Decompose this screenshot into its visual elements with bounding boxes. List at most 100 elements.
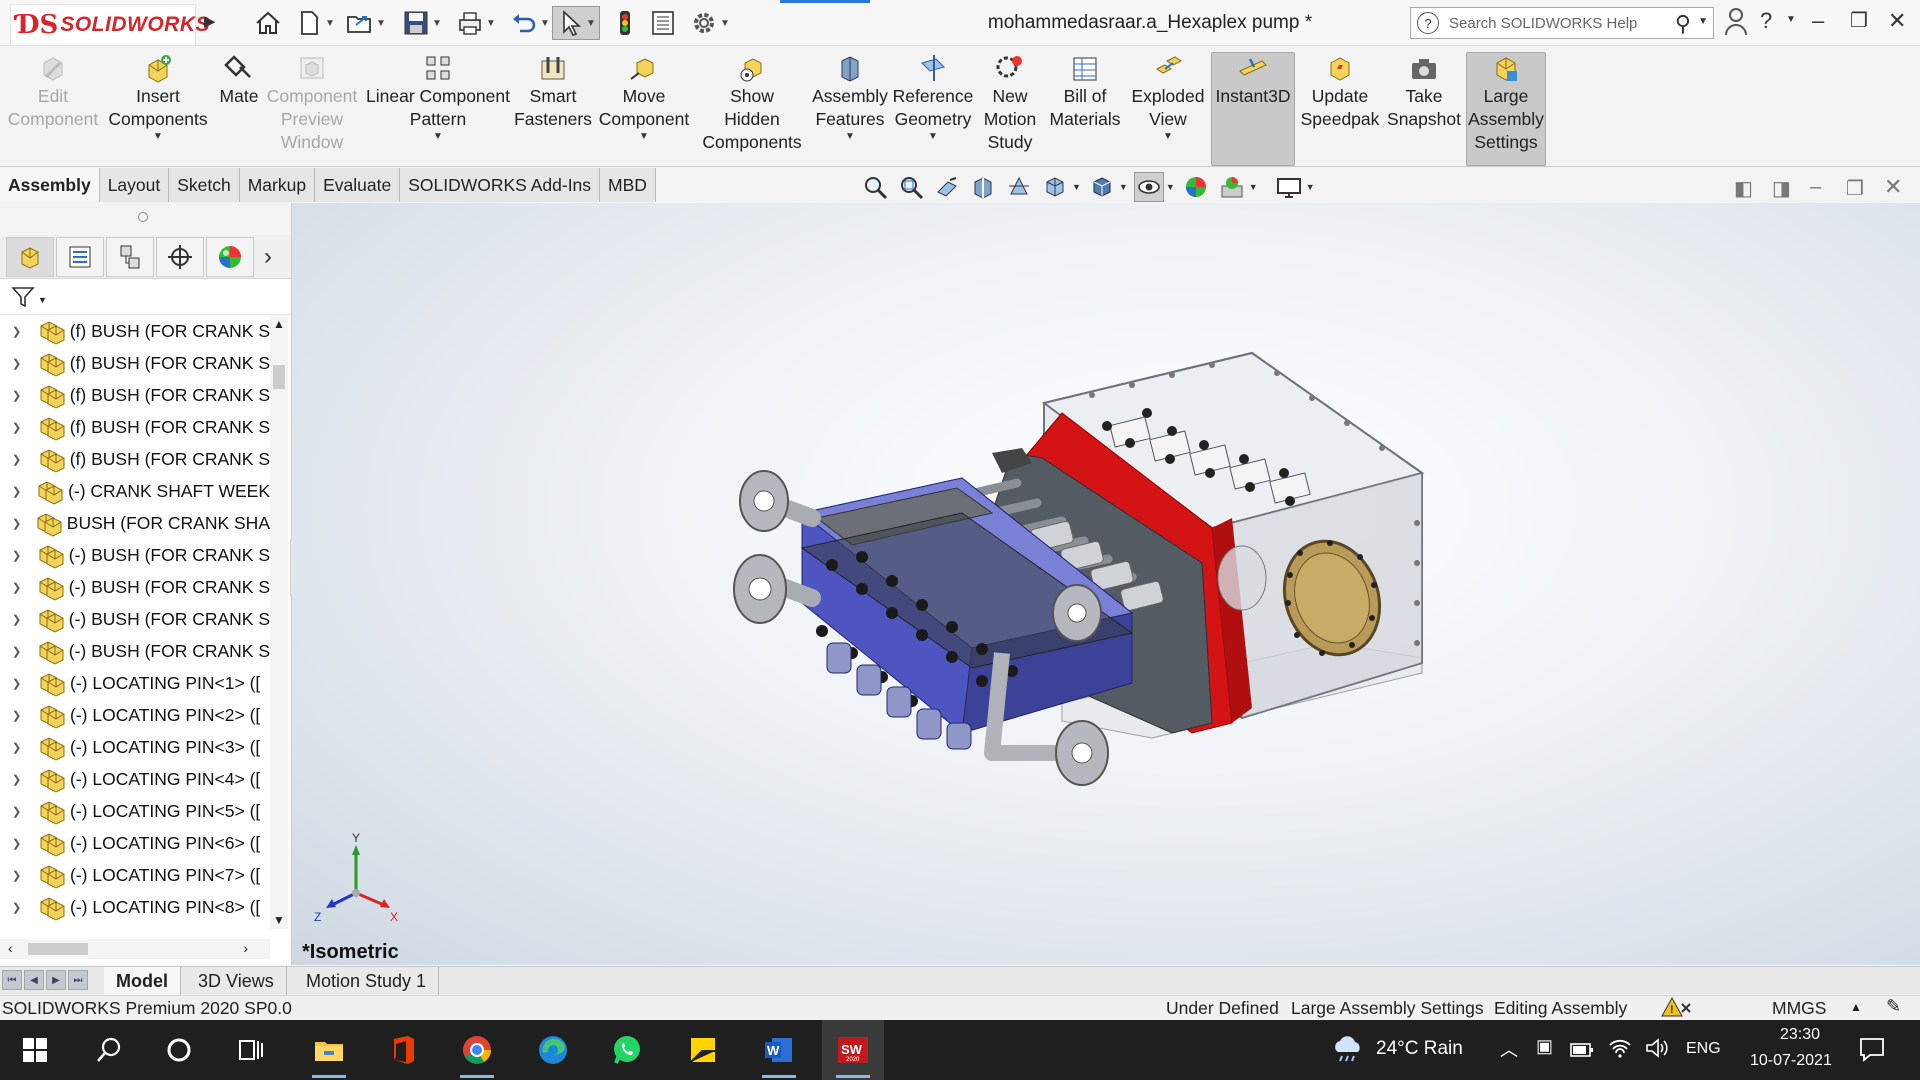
property-manager-tab[interactable] xyxy=(56,236,104,277)
clock-time[interactable]: 23:30 xyxy=(1762,1026,1838,1044)
expand-arrow-icon[interactable]: ❯ xyxy=(12,645,25,658)
take-snapshot-button[interactable]: Take Snapshot xyxy=(1384,53,1464,165)
tab-model[interactable]: Model xyxy=(104,967,181,995)
assembly-features-dropdown-icon[interactable]: ▼ xyxy=(845,131,855,143)
display-style-dropdown-icon[interactable]: ▼ xyxy=(1119,182,1128,192)
file-explorer-icon[interactable] xyxy=(298,1020,360,1080)
tree-item[interactable]: ❯ (f) BUSH (FOR CRANK S xyxy=(0,379,270,411)
tree-item[interactable]: ❯ (-) BUSH (FOR CRANK S xyxy=(0,539,270,571)
scroll-right-icon[interactable]: › xyxy=(243,940,248,956)
hide-show-dropdown-icon[interactable]: ▼ xyxy=(1166,182,1175,192)
exploded-view-button[interactable]: Exploded View ▼ xyxy=(1128,53,1208,165)
dynamic-annotation-icon[interactable] xyxy=(1004,172,1034,202)
file-properties-icon[interactable] xyxy=(646,6,680,40)
viewport-split-right-icon[interactable]: ◨ xyxy=(1772,176,1791,201)
hide-show-items-icon[interactable] xyxy=(1133,172,1164,202)
mate-button[interactable]: Mate xyxy=(212,53,266,165)
expand-arrow-icon[interactable]: ❯ xyxy=(12,421,26,434)
expand-arrow-icon[interactable]: ❯ xyxy=(12,325,26,338)
expand-arrow-icon[interactable]: ❯ xyxy=(12,613,25,626)
tree-item[interactable]: ❯ (-) LOCATING PIN<2> ([ xyxy=(0,699,270,731)
scroll-up-icon[interactable]: ▲ xyxy=(273,317,285,331)
view-orientation-icon[interactable] xyxy=(1040,172,1070,202)
large-assembly-settings-button[interactable]: Large Assembly Settings xyxy=(1466,52,1546,166)
tree-filter[interactable]: ▼ xyxy=(0,279,291,315)
show-hidden-components-button[interactable]: Show Hidden Components xyxy=(698,53,806,165)
language-indicator[interactable]: ENG xyxy=(1686,1040,1721,1058)
filter-dropdown-icon[interactable]: ▼ xyxy=(38,295,47,305)
viewport-close-icon[interactable]: ✕ xyxy=(1884,174,1902,200)
office-icon[interactable] xyxy=(372,1020,434,1080)
print-icon[interactable]: ▼ xyxy=(450,6,502,40)
tree-item[interactable]: ❯ (-) BUSH (FOR CRANK S xyxy=(0,571,270,603)
scroll-down-icon[interactable]: ▼ xyxy=(273,913,285,927)
tree-item[interactable]: ❯ (-) LOCATING PIN<5> ([ xyxy=(0,795,270,827)
solidworks-icon[interactable]: SW 2020 xyxy=(822,1020,884,1080)
edit-appearance-icon[interactable] xyxy=(1181,172,1211,202)
search-icon[interactable]: ⚲ xyxy=(1675,11,1691,37)
expand-arrow-icon[interactable]: ❯ xyxy=(12,901,26,914)
help-search-input[interactable]: ? Search SOLIDWORKS Help ⚲ ▼ xyxy=(1410,7,1714,39)
rebuild-traffic-light-icon[interactable] xyxy=(608,6,642,40)
component-preview-window-button[interactable]: Component Preview Window xyxy=(264,53,360,165)
linear-pattern-dropdown-icon[interactable]: ▼ xyxy=(433,131,443,143)
expand-arrow-icon[interactable]: ❯ xyxy=(12,581,25,594)
close-icon[interactable]: ✕ xyxy=(1888,8,1906,34)
user-account-icon[interactable] xyxy=(1724,6,1748,42)
expand-arrow-icon[interactable]: ❯ xyxy=(12,741,26,754)
tree-item[interactable]: ❯ (-) LOCATING PIN<1> ([ xyxy=(0,667,270,699)
assembly-features-button[interactable]: Assembly Features ▼ xyxy=(808,53,892,165)
tab-assembly[interactable]: Assembly xyxy=(0,168,100,202)
large-assembly-status[interactable]: Large Assembly Settings xyxy=(1291,998,1484,1019)
expand-arrow-icon[interactable]: ❯ xyxy=(12,869,26,882)
view-settings-icon[interactable] xyxy=(1274,172,1304,202)
battery-icon[interactable] xyxy=(1570,1042,1594,1058)
tree-item[interactable]: ❯ (-) BUSH (FOR CRANK S xyxy=(0,603,270,635)
viewport-split-left-icon[interactable]: ◧ xyxy=(1734,176,1753,201)
dimxpert-manager-tab[interactable] xyxy=(156,236,204,277)
tree-item[interactable]: ❯ (-) LOCATING PIN<4> ([ xyxy=(0,763,270,795)
tree-item[interactable]: ❯ (f) BUSH (FOR CRANK S xyxy=(0,315,270,347)
tree-item[interactable]: ❯ BUSH (FOR CRANK SHA xyxy=(0,507,270,539)
display-style-icon[interactable] xyxy=(1087,172,1117,202)
collapse-handle-icon[interactable] xyxy=(138,212,148,222)
view-settings-dropdown-icon[interactable]: ▼ xyxy=(1306,182,1315,192)
options-gear-icon[interactable]: ▼ xyxy=(684,6,736,40)
weather-rain-icon[interactable] xyxy=(1330,1034,1366,1064)
edit-component-button[interactable]: Edit Component xyxy=(4,53,102,165)
word-icon[interactable]: W xyxy=(748,1020,810,1080)
tree-item[interactable]: ❯ (f) BUSH (FOR CRANK S xyxy=(0,347,270,379)
minimize-icon[interactable]: – xyxy=(1812,8,1824,34)
expand-arrow-icon[interactable]: ❯ xyxy=(12,453,26,466)
linear-component-pattern-button[interactable]: Linear Component Pattern ▼ xyxy=(364,53,512,165)
windows-start-icon[interactable] xyxy=(4,1020,66,1080)
weather-text[interactable]: 24°C Rain xyxy=(1376,1038,1463,1060)
tab-mbd[interactable]: MBD xyxy=(600,168,656,202)
units-system[interactable]: MMGS xyxy=(1772,998,1826,1019)
tree-item[interactable]: ❯ (-) LOCATING PIN<7> ([ xyxy=(0,859,270,891)
help-dropdown-icon[interactable]: ▼ xyxy=(1786,14,1796,25)
scroll-left-icon[interactable]: ‹ xyxy=(8,940,13,956)
prev-tab-icon[interactable]: ◀ xyxy=(24,970,44,990)
tree-item[interactable]: ❯ (-) LOCATING PIN<8> ([ xyxy=(0,891,270,923)
save-icon[interactable]: ▼ xyxy=(396,6,448,40)
tab-addins[interactable]: SOLIDWORKS Add-Ins xyxy=(400,168,601,202)
meet-now-icon[interactable]: ▣ xyxy=(1536,1036,1553,1057)
move-component-button[interactable]: Move Component ▼ xyxy=(594,53,694,165)
volume-icon[interactable] xyxy=(1644,1036,1670,1060)
first-tab-icon[interactable]: ⏮ xyxy=(2,970,22,990)
smart-fasteners-button[interactable]: Smart Fasteners xyxy=(514,53,592,165)
graphics-area[interactable]: Y X Z *Isometric xyxy=(292,203,1920,965)
expand-arrow-icon[interactable]: ❯ xyxy=(12,549,25,562)
show-hidden-icons-icon[interactable]: ︿ xyxy=(1500,1036,1518,1062)
hscroll-thumb[interactable] xyxy=(28,943,88,955)
solidworks-logo[interactable]: ƊS SOLIDWORKS xyxy=(10,4,210,46)
expand-arrow-icon[interactable]: ❯ xyxy=(12,677,26,690)
task-view-icon[interactable] xyxy=(220,1020,282,1080)
next-tab-icon[interactable]: ▶ xyxy=(46,970,66,990)
reference-geometry-dropdown-icon[interactable]: ▼ xyxy=(928,131,938,143)
tab-evaluate[interactable]: Evaluate xyxy=(315,168,401,202)
insert-components-dropdown-icon[interactable]: ▼ xyxy=(153,131,163,143)
help-icon[interactable]: ? xyxy=(1760,8,1772,34)
expand-arrow-icon[interactable]: ❯ xyxy=(12,837,26,850)
